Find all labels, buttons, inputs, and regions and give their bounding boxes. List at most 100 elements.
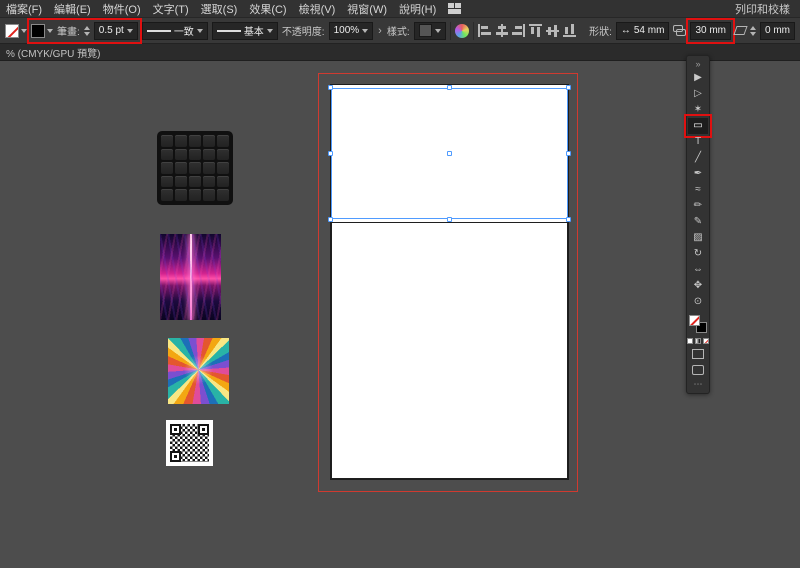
- selection-handle-top-center[interactable]: [446, 85, 452, 90]
- document-tab-bar: % (CMYK/GPU 預覽): [0, 44, 800, 61]
- keypad-key: [217, 148, 229, 161]
- opacity-panel-chevron[interactable]: ›: [377, 25, 383, 37]
- width-icon: ↔: [620, 25, 631, 36]
- shape-height-field[interactable]: 30 mm: [690, 21, 731, 40]
- fill-color-swatch[interactable]: [5, 23, 19, 38]
- none-mode-icon[interactable]: [703, 338, 709, 344]
- document-tab[interactable]: % (CMYK/GPU 預覽): [6, 45, 100, 60]
- keypad-key: [189, 148, 201, 161]
- pasteboard[interactable]: [0, 61, 800, 568]
- graphic-style-select[interactable]: [413, 21, 446, 40]
- magic-wand-tool[interactable]: ✶: [688, 102, 708, 118]
- fill-stroke-indicator[interactable]: [689, 315, 707, 333]
- keypad-key: [203, 189, 215, 201]
- opacity-value[interactable]: 100%: [328, 21, 374, 40]
- chevron-down-icon: [21, 28, 27, 33]
- stroke-weight-value[interactable]: 0.5 pt: [93, 21, 138, 40]
- neon-grid-photo[interactable]: [160, 234, 221, 320]
- curvature-tool[interactable]: ≈: [688, 182, 708, 198]
- zoom-tool[interactable]: ⊙: [688, 294, 708, 310]
- keypad-key: [161, 162, 173, 174]
- width-profile-select[interactable]: 一致: [141, 21, 208, 40]
- center-point[interactable]: [446, 150, 452, 156]
- align-horizontal-right-icon[interactable]: [511, 24, 525, 37]
- keypad-key: [161, 148, 173, 161]
- keypad-key: [175, 162, 187, 174]
- stroke-color-swatch[interactable]: [31, 23, 45, 38]
- keypad-key: [203, 175, 215, 188]
- scale-tool[interactable]: ⇔: [688, 262, 708, 278]
- edit-toolbar-button[interactable]: ⋯: [688, 378, 708, 390]
- menu-help[interactable]: 說明(H): [393, 0, 442, 17]
- menu-effect[interactable]: 效果(C): [243, 0, 292, 17]
- selection-handle-bottom-center[interactable]: [446, 217, 452, 222]
- direct-selection-tool[interactable]: ▷: [688, 86, 708, 102]
- paintbrush-tool[interactable]: ✏: [688, 198, 708, 214]
- keypad-key: [189, 175, 201, 188]
- keypad-key: [217, 135, 229, 147]
- selection-tool[interactable]: ▶: [688, 70, 708, 86]
- align-vertical-center-icon[interactable]: [545, 24, 559, 37]
- link-dimensions-icon[interactable]: [673, 24, 687, 37]
- annotation-stroke-controls: 筆畫: 0.5 pt: [27, 17, 142, 44]
- shear-value-field[interactable]: 0 mm: [760, 21, 795, 40]
- fill-swatch-toolbar[interactable]: [689, 315, 700, 326]
- chevron-down-icon: [196, 28, 203, 33]
- chevron-down-icon: [126, 28, 133, 33]
- line-segment-tool[interactable]: ╱: [688, 150, 708, 166]
- selection-handle-middle-right[interactable]: [566, 150, 571, 156]
- recolor-artwork-icon[interactable]: [454, 23, 469, 38]
- shape-width-field[interactable]: ↔ 54 mm: [615, 21, 670, 40]
- background-rectangle[interactable]: [331, 222, 568, 479]
- menu-object[interactable]: 物件(O): [97, 0, 147, 17]
- rotate-tool[interactable]: ↻: [688, 246, 708, 262]
- type-tool[interactable]: T: [688, 134, 708, 150]
- shear-icon: [733, 26, 748, 35]
- chevron-down-icon: [266, 28, 273, 33]
- fill-color-control[interactable]: [5, 23, 27, 38]
- keypad-key: [203, 135, 215, 147]
- align-horizontal-center-icon[interactable]: [494, 24, 508, 37]
- shaper-tool[interactable]: ▨: [688, 230, 708, 246]
- rectangle-tool[interactable]: ▭: [684, 114, 712, 138]
- screen-mode-icon[interactable]: [692, 365, 704, 375]
- keypad-key: [175, 135, 187, 147]
- stroke-color-control[interactable]: [31, 23, 53, 38]
- stroke-profile-preview: [146, 29, 171, 32]
- selection-handle-bottom-right[interactable]: [566, 217, 571, 222]
- menu-view[interactable]: 檢視(V): [293, 0, 342, 17]
- brush-definition-select[interactable]: 基本: [211, 21, 278, 40]
- gradient-mode-icon[interactable]: [695, 338, 701, 344]
- menu-edit[interactable]: 編輯(E): [48, 0, 97, 17]
- arrange-documents-icon[interactable]: [448, 3, 462, 14]
- selection-handle-top-left[interactable]: [328, 85, 333, 90]
- toolbar-collapse-button[interactable]: »: [688, 58, 708, 70]
- keypad-key: [175, 189, 187, 201]
- color-mode-icon[interactable]: [687, 338, 693, 344]
- draw-mode-icon[interactable]: [692, 349, 704, 359]
- menu-type[interactable]: 文字(T): [147, 0, 195, 17]
- pencil-tool[interactable]: ✎: [688, 214, 708, 230]
- selection-handle-middle-left[interactable]: [328, 150, 333, 156]
- selection-handle-bottom-left[interactable]: [328, 217, 333, 222]
- menu-select[interactable]: 選取(S): [195, 0, 244, 17]
- align-horizontal-left-icon[interactable]: [477, 24, 491, 37]
- workspace-switcher[interactable]: 列印和校樣: [735, 1, 800, 17]
- align-vertical-bottom-icon[interactable]: [562, 24, 576, 37]
- hand-tool[interactable]: ✥: [688, 278, 708, 294]
- paint-swirl-photo[interactable]: [168, 338, 229, 404]
- paint-mode-row: [687, 338, 709, 344]
- divider: [472, 21, 474, 40]
- shear-stepper[interactable]: [750, 25, 756, 36]
- menu-file[interactable]: 檔案(F): [0, 0, 48, 17]
- qr-finder-pattern: [198, 424, 209, 435]
- qr-code-image[interactable]: [166, 420, 213, 466]
- selection-handle-top-right[interactable]: [566, 85, 571, 90]
- stroke-weight-stepper[interactable]: [83, 25, 90, 36]
- menu-window[interactable]: 視窗(W): [341, 0, 393, 17]
- align-vertical-top-icon[interactable]: [528, 24, 542, 37]
- pen-tool[interactable]: ✒: [688, 166, 708, 182]
- keypad-photo[interactable]: [157, 131, 233, 205]
- keypad-key: [203, 148, 215, 161]
- selected-rectangle[interactable]: [328, 85, 571, 222]
